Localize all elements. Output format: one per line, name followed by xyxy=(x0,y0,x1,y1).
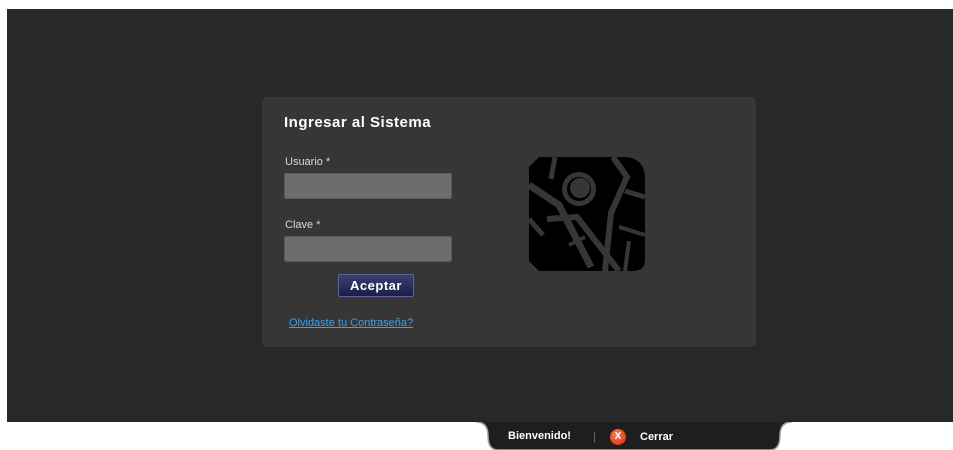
login-background: Ingresar al Sistema Usuario * Clave * Ac… xyxy=(7,9,953,422)
login-title: Ingresar al Sistema xyxy=(284,114,432,131)
accept-button[interactable]: Aceptar xyxy=(338,274,414,297)
username-label: Usuario * xyxy=(285,156,331,168)
welcome-text: Bienvenido! xyxy=(508,430,571,442)
login-panel: Ingresar al Sistema Usuario * Clave * Ac… xyxy=(262,97,756,347)
map-logo-icon xyxy=(529,157,645,271)
password-label: Clave * xyxy=(285,219,321,231)
close-icon[interactable]: X xyxy=(610,428,626,445)
forgot-password-link[interactable]: Olvidaste tu Contraseña? xyxy=(289,317,413,329)
close-label[interactable]: Cerrar xyxy=(640,431,673,443)
close-session-button[interactable]: X Cerrar xyxy=(610,428,673,445)
footer-separator: | xyxy=(593,429,597,443)
footer-bar: Bienvenido! | X Cerrar xyxy=(476,422,792,450)
username-input[interactable] xyxy=(284,173,452,199)
password-input[interactable] xyxy=(284,236,452,262)
